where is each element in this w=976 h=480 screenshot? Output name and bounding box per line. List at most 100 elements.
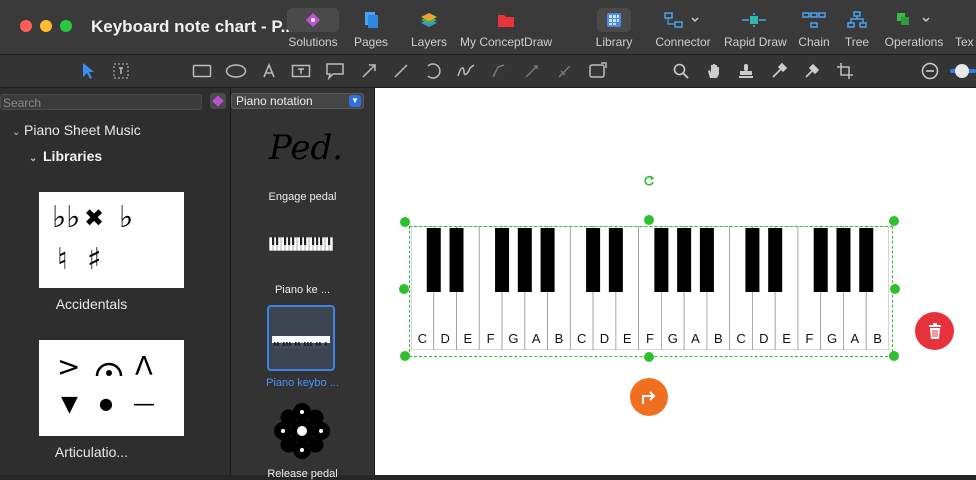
crop-icon[interactable] bbox=[834, 60, 856, 82]
toolbar-my-conceptdraw-button[interactable]: My ConceptDraw bbox=[460, 8, 552, 52]
library-select-dropdown[interactable]: Piano notation ▼ bbox=[231, 93, 364, 109]
text-select-icon[interactable] bbox=[110, 60, 132, 82]
drawing-canvas[interactable]: CDEFGABCDEFGABCDEFGAB bbox=[375, 88, 976, 475]
line-tool-icon[interactable] bbox=[390, 60, 412, 82]
resize-handle-top-left[interactable] bbox=[400, 217, 410, 227]
library-thumbnail-accidentals[interactable]: ♭♭ ✖ ♭ ♮ ♯ bbox=[39, 192, 184, 288]
text-tool-icon[interactable] bbox=[258, 60, 280, 82]
piano-keys-small-icon bbox=[268, 236, 334, 252]
zoom-out-icon[interactable] bbox=[919, 60, 941, 82]
my-conceptdraw-icon bbox=[460, 8, 552, 32]
library-browser-panel: Search ⌄ Piano Sheet Music ⌄ Libraries ♭♭ … bbox=[0, 88, 231, 475]
arc-tool-icon[interactable] bbox=[422, 60, 444, 82]
eyedropper-icon[interactable] bbox=[768, 60, 790, 82]
library-label-accidentals: Accidentals bbox=[55, 296, 128, 312]
library-label-articulations: Articulatio... bbox=[54, 444, 129, 460]
insert-shape-icon[interactable] bbox=[587, 60, 609, 82]
selection-frame bbox=[409, 226, 893, 357]
sharp-glyph: ♯ bbox=[87, 242, 102, 277]
pages-icon bbox=[350, 8, 392, 32]
toolbar-tree-button[interactable]: Tree bbox=[842, 8, 872, 52]
toolbar-library-button[interactable]: Library bbox=[594, 8, 634, 52]
callout-tool-icon[interactable] bbox=[324, 60, 346, 82]
toolbar-rapid-draw-button[interactable]: Rapid Draw bbox=[724, 8, 787, 52]
resize-handle-left[interactable] bbox=[399, 284, 409, 294]
resize-handle-top-right[interactable] bbox=[889, 216, 899, 226]
add-connector-button[interactable] bbox=[630, 378, 668, 416]
natural-glyph: ♮ bbox=[57, 242, 68, 277]
window-title: Keyboard note chart - P... bbox=[91, 17, 295, 36]
point-tool-icon[interactable] bbox=[521, 60, 543, 82]
library-item-selected-frame[interactable] bbox=[267, 305, 335, 371]
toolbar-connector-button[interactable]: Connector bbox=[654, 8, 712, 52]
library-item-release-pedal[interactable]: Release pedal bbox=[231, 468, 374, 480]
chevron-down-icon: ⌄ bbox=[29, 153, 38, 164]
bezier-tool-icon[interactable] bbox=[488, 60, 510, 82]
format-painter-icon[interactable] bbox=[801, 60, 823, 82]
toolbar-pages-button[interactable]: Pages bbox=[350, 8, 392, 52]
accent-glyph: > bbox=[57, 350, 81, 383]
close-window-button[interactable] bbox=[20, 20, 32, 32]
drawing-toolbar bbox=[0, 55, 976, 88]
library-thumbnail-articulations[interactable]: > Λ ▼ ● — bbox=[39, 340, 184, 436]
rapid-draw-icon bbox=[724, 8, 784, 32]
toolbar-operations-button[interactable]: Operations bbox=[882, 8, 946, 52]
smart-connector-icon[interactable] bbox=[554, 60, 576, 82]
double-flat-glyph: ♭♭ bbox=[52, 200, 81, 235]
arrow-line-tool-icon[interactable] bbox=[358, 60, 380, 82]
select-arrow-icon[interactable] bbox=[77, 60, 99, 82]
minimize-window-button[interactable] bbox=[40, 20, 52, 32]
marcato-glyph: Λ bbox=[135, 352, 153, 382]
layers-icon bbox=[408, 8, 450, 32]
tenuto-glyph: — bbox=[133, 392, 155, 417]
hand-pan-icon[interactable] bbox=[703, 60, 725, 82]
chain-icon bbox=[796, 8, 832, 32]
library-items-panel: Piano notation ▼ Ped. Engage pedal Piano… bbox=[231, 88, 375, 480]
operations-icon bbox=[882, 8, 946, 32]
stamp-icon[interactable] bbox=[735, 60, 757, 82]
text-box-tool-icon[interactable] bbox=[290, 60, 312, 82]
resize-handle-right[interactable] bbox=[890, 284, 900, 294]
title-bar: Keyboard note chart - P... Solutions Pag… bbox=[0, 0, 976, 55]
resize-handle-bottom-right[interactable] bbox=[889, 351, 899, 361]
zoom-window-button[interactable] bbox=[60, 20, 72, 32]
release-pedal-icon bbox=[273, 402, 331, 460]
tree-item-piano-sheet-music[interactable]: ⌄ Piano Sheet Music bbox=[12, 122, 141, 138]
staccato-glyph: ● bbox=[99, 394, 113, 413]
fermata-icon bbox=[95, 358, 123, 378]
toolbar-solutions-button[interactable]: Solutions bbox=[287, 8, 339, 52]
staccatissimo-glyph: ▼ bbox=[61, 392, 78, 417]
trash-icon bbox=[928, 323, 941, 339]
chevron-down-icon: ▼ bbox=[349, 95, 361, 107]
ellipse-tool-icon[interactable] bbox=[225, 60, 247, 82]
delete-button[interactable] bbox=[915, 312, 954, 350]
tree-icon bbox=[842, 8, 872, 32]
connector-arrow-icon bbox=[642, 391, 656, 404]
solutions-filter-icon[interactable] bbox=[210, 93, 226, 109]
rotate-handle-icon[interactable] bbox=[643, 174, 655, 186]
library-item-piano-keyboard[interactable]: Piano keybo ... bbox=[231, 377, 374, 389]
library-icon bbox=[597, 8, 631, 32]
toolbar-chain-button[interactable]: Chain bbox=[796, 8, 832, 52]
connector-icon bbox=[654, 8, 712, 32]
flat-glyph: ♭ bbox=[119, 200, 134, 235]
resize-handle-bottom-left[interactable] bbox=[400, 351, 410, 361]
rectangle-tool-icon[interactable] bbox=[191, 60, 213, 82]
engage-pedal-glyph: Ped. bbox=[269, 128, 344, 168]
piano-keyboard-small-icon bbox=[272, 336, 330, 349]
freehand-tool-icon[interactable] bbox=[455, 60, 477, 82]
solutions-icon bbox=[287, 8, 339, 32]
library-item-engage-pedal[interactable]: Engage pedal bbox=[231, 191, 374, 203]
search-icon[interactable] bbox=[670, 60, 692, 82]
library-item-piano-keys[interactable]: Piano ke ... bbox=[231, 284, 374, 296]
text-icon bbox=[955, 8, 976, 32]
tree-item-libraries[interactable]: ⌄ Libraries bbox=[29, 148, 102, 164]
toolbar-text-button[interactable]: Tex bbox=[955, 8, 976, 52]
toolbar-layers-button[interactable]: Layers bbox=[408, 8, 450, 52]
zoom-slider-thumb[interactable] bbox=[955, 64, 969, 78]
chevron-down-icon: ⌄ bbox=[12, 127, 21, 138]
double-sharp-glyph: ✖ bbox=[84, 204, 105, 232]
resize-handle-bottom[interactable] bbox=[644, 352, 654, 362]
library-search-input[interactable]: Search bbox=[0, 94, 202, 110]
resize-handle-top[interactable] bbox=[644, 215, 654, 225]
